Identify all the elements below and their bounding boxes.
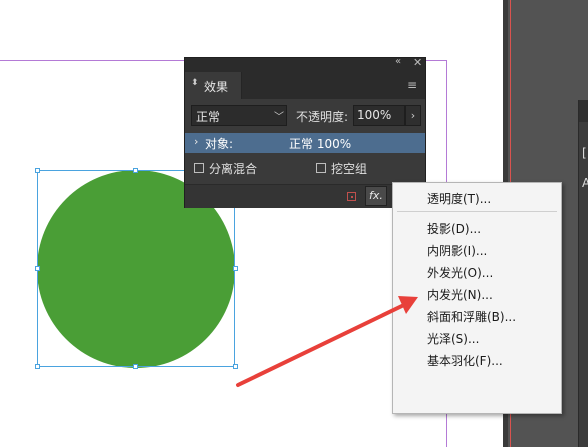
annotation-arrow-icon	[236, 296, 418, 387]
